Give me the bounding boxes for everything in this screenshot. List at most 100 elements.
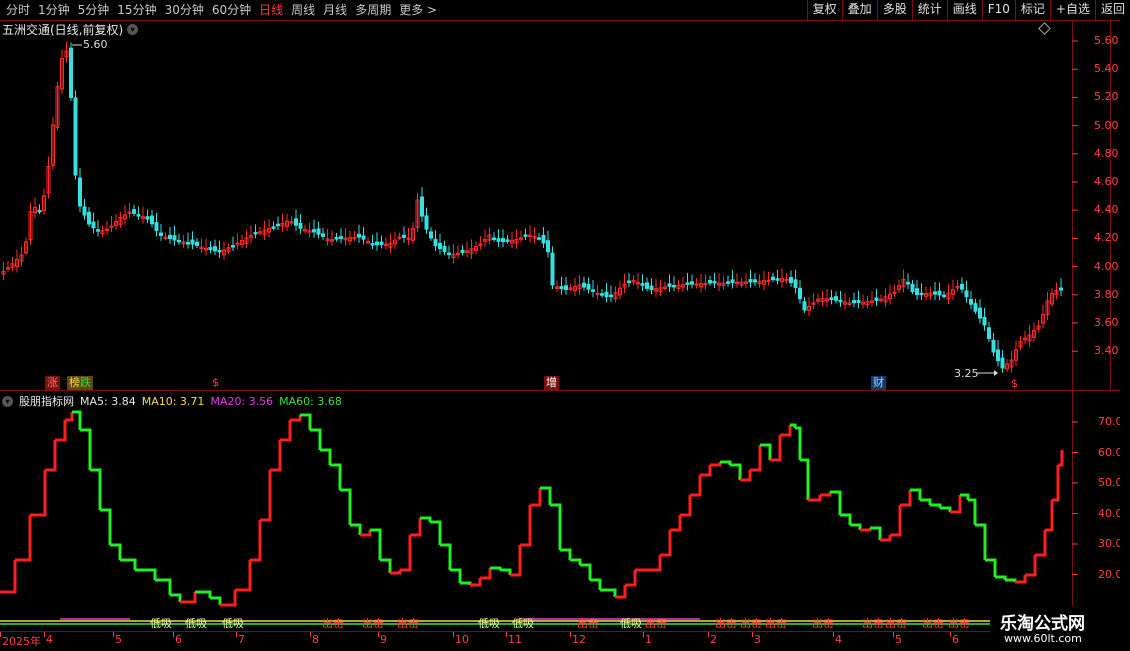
oscillator-segment — [45, 440, 57, 472]
oscillator-segment — [155, 578, 172, 595]
event-marker-dollar[interactable]: $ — [210, 376, 221, 390]
candle-body — [789, 276, 793, 284]
candle-body — [190, 239, 195, 245]
event-marker-increase[interactable]: 增 — [544, 376, 559, 390]
oscillator-segment — [80, 428, 92, 470]
price-chart[interactable] — [0, 0, 1130, 650]
stock-title[interactable]: 五洲交通(日线,前复权) ▾ — [2, 21, 139, 38]
candle-body — [312, 229, 316, 233]
oscillator-segment — [625, 570, 637, 587]
candle-body — [370, 243, 375, 246]
date-tick — [506, 632, 507, 637]
candle-body — [834, 296, 838, 301]
oscillator-segment — [600, 588, 617, 597]
date-tick — [173, 632, 174, 637]
candle-body — [136, 214, 141, 217]
candle-body — [793, 279, 798, 288]
price-tick-label: 3.40 — [1094, 344, 1119, 358]
candle-body — [537, 237, 541, 240]
oscillator-segment — [65, 412, 74, 422]
event-marker-finance[interactable]: 财 — [871, 376, 886, 390]
event-marker-rank[interactable]: 榜跌 — [67, 376, 93, 390]
date-tick-label: 9 — [380, 633, 387, 646]
candle-body — [829, 297, 834, 301]
candle-body — [96, 229, 100, 232]
event-marker-dollar-2[interactable]: $ — [1009, 377, 1020, 391]
candle-body — [991, 339, 996, 353]
date-tick-label: 5 — [115, 633, 122, 646]
candle-body — [609, 294, 613, 298]
date-tick — [643, 632, 644, 637]
oscillator-segment — [340, 488, 352, 525]
candle-body — [973, 303, 978, 312]
candle-body — [987, 327, 991, 340]
price-tick-label: 3.80 — [1094, 287, 1119, 301]
date-tick-label: 2 — [710, 633, 717, 646]
oscillator-segment — [235, 560, 252, 592]
oscillator-segment — [0, 560, 17, 594]
oscillator-segment — [430, 520, 442, 545]
oscillator-segment — [900, 490, 912, 507]
candle-body — [357, 233, 361, 238]
candle-body — [154, 222, 159, 232]
candle-body — [690, 281, 694, 285]
candle-body — [982, 316, 987, 326]
candle-body — [501, 238, 505, 243]
candle-body — [775, 278, 780, 281]
oscillator-segment — [795, 426, 802, 460]
candle-body — [402, 234, 406, 238]
candle-body — [361, 235, 366, 240]
candle-body — [802, 301, 807, 311]
oscillator-segment — [110, 543, 122, 560]
candle-body — [253, 231, 258, 235]
price-tick-label: 4.40 — [1094, 203, 1119, 217]
oscillator-segment — [350, 523, 362, 535]
candle-body — [447, 252, 451, 256]
attack-signal: 出击 — [765, 617, 787, 630]
candle-body — [856, 300, 861, 303]
oscillator-segment — [270, 440, 282, 472]
candle-body — [424, 215, 429, 230]
oscillator-segment — [930, 503, 942, 508]
date-tick-label: 4 — [46, 633, 53, 646]
candle-body — [159, 232, 163, 236]
indicator-title[interactable]: ▾ 股朋指标网 MA5: 3.84 MA10: 3.71 MA20: 3.56 … — [2, 393, 342, 409]
candle-body — [591, 289, 595, 292]
candle-body — [217, 249, 222, 253]
oscillator-segment — [1005, 578, 1017, 582]
candle-body — [1000, 357, 1005, 369]
candle-body — [132, 209, 136, 214]
watermark-logo: 乐淘公式网 www.60lt.com — [990, 606, 1130, 650]
candle-body — [375, 241, 379, 246]
date-tick — [570, 632, 571, 637]
low-buy-signal: 低吸 — [620, 617, 642, 630]
candle-body — [586, 283, 591, 290]
oscillator-segment — [660, 530, 672, 557]
oscillator-segment — [500, 568, 512, 575]
candle-body — [208, 247, 213, 251]
oscillator-segment — [800, 458, 810, 500]
candle-body — [582, 282, 586, 288]
date-tick-label: 6 — [952, 633, 959, 646]
watermark-url: www.60lt.com — [1004, 632, 1082, 645]
oscillator-segment — [90, 468, 102, 510]
event-marker-up[interactable]: 涨 — [45, 376, 60, 390]
oscillator-segment — [120, 558, 137, 570]
price-tick-label: 4.80 — [1094, 146, 1119, 160]
oscillator-segment — [710, 462, 722, 467]
oscillator-segment — [570, 558, 582, 565]
low-label: 3.25 — [954, 367, 979, 380]
oscillator-segment — [995, 575, 1007, 580]
chevron-down-icon[interactable]: ▾ — [2, 395, 13, 407]
low-buy-signal: 低吸 — [512, 617, 534, 630]
candle-body — [438, 242, 442, 250]
candle-body — [838, 299, 843, 303]
price-tick-label: 4.20 — [1094, 231, 1119, 245]
oscillator-segment — [210, 596, 222, 605]
candle-body — [640, 283, 645, 286]
date-tick — [378, 632, 379, 637]
candle-body — [91, 221, 96, 229]
chevron-down-icon[interactable]: ▾ — [127, 24, 139, 35]
oscillator-segment — [808, 495, 822, 502]
candle-body — [604, 291, 609, 298]
